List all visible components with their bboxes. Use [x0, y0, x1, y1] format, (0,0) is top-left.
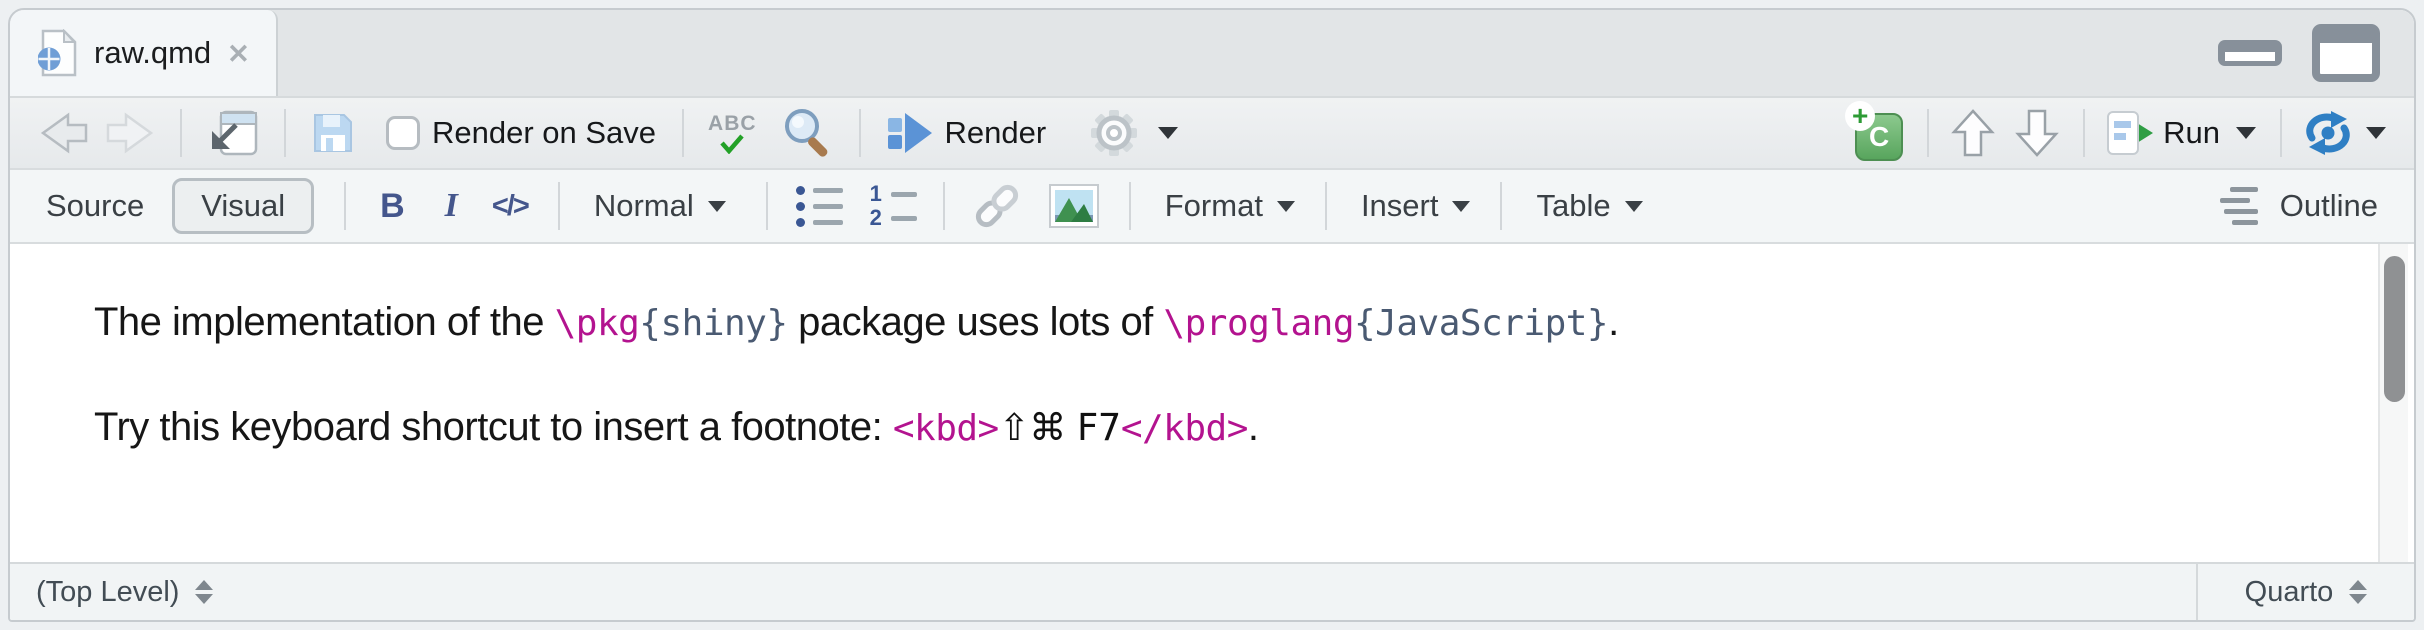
toolbar-separator	[2083, 109, 2085, 157]
editor-paragraph[interactable]: Try this keyboard shortcut to insert a f…	[94, 405, 2274, 450]
render-button[interactable]: Render	[945, 115, 1047, 151]
render-icon[interactable]	[887, 112, 933, 154]
text-segment-text: .	[1248, 405, 1259, 449]
forward-icon[interactable]	[104, 111, 156, 155]
tab-strip: raw.qmd ✕	[10, 10, 2414, 98]
outline-toggle[interactable]: Outline	[2280, 188, 2378, 224]
format-menu-dropdown-icon[interactable]	[1277, 201, 1295, 212]
scrollbar-thumb[interactable]	[2384, 256, 2405, 402]
toolbar-separator	[943, 182, 945, 230]
scope-selector[interactable]: (Top Level)	[10, 576, 213, 609]
run-dropdown-icon[interactable]	[2236, 127, 2256, 139]
back-icon[interactable]	[38, 111, 90, 155]
text-segment-kbd-tag: </kbd>	[1121, 408, 1248, 449]
text-segment-kbd-tag: <kbd>	[893, 408, 999, 449]
paragraph-style-dropdown[interactable]: Normal	[594, 188, 694, 224]
toolbar-separator	[682, 109, 684, 157]
text-segment-text: The implementation of the	[94, 300, 555, 344]
table-menu[interactable]: Table	[1536, 188, 1610, 224]
format-menu[interactable]: Format	[1165, 188, 1263, 224]
render-on-save-checkbox[interactable]	[386, 116, 420, 150]
visual-mode-button[interactable]: Visual	[172, 178, 314, 234]
rerun-icon[interactable]	[2304, 111, 2352, 155]
paragraph-style-dropdown-icon[interactable]	[708, 201, 726, 212]
window-controls	[2218, 10, 2414, 96]
toolbar-separator	[180, 109, 182, 157]
insert-chunk-button[interactable]: C +	[1847, 105, 1903, 161]
toolbar-separator	[766, 182, 768, 230]
text-segment-latex-cmd: \pkg	[555, 303, 640, 344]
maximize-pane-icon[interactable]	[2312, 24, 2380, 82]
toolbar-separator	[1500, 182, 1502, 230]
vertical-scrollbar[interactable]	[2378, 244, 2408, 562]
format-toolbar: Source Visual B I </> Normal 1 2	[10, 170, 2414, 244]
plus-badge-icon: +	[1845, 101, 1875, 131]
bold-button[interactable]: B	[380, 187, 405, 226]
format-selector[interactable]: Quarto	[2196, 564, 2414, 620]
rerun-dropdown-icon[interactable]	[2366, 127, 2386, 139]
toolbar-separator	[1325, 182, 1327, 230]
insert-menu[interactable]: Insert	[1361, 188, 1439, 224]
render-settings-dropdown-icon[interactable]	[1158, 127, 1178, 139]
source-editor-pane: raw.qmd ✕ Render on Save	[8, 8, 2416, 622]
editor-status-bar: (Top Level) Quarto	[10, 562, 2414, 620]
run-button[interactable]: Run	[2107, 111, 2256, 155]
editor-paragraph[interactable]: The implementation of the \pkg{shiny} pa…	[94, 300, 2274, 345]
toolbar-separator	[558, 182, 560, 230]
save-icon[interactable]	[310, 110, 356, 156]
tab-close-icon[interactable]: ✕	[227, 39, 250, 70]
insert-menu-dropdown-icon[interactable]	[1452, 201, 1470, 212]
text-segment-latex-cmd: \proglang	[1163, 303, 1354, 344]
text-segment-latex-arg: {JavaScript}	[1354, 303, 1608, 344]
toolbar-separator	[2280, 109, 2282, 157]
text-segment-kbd-keys: ⇧⌘ F7	[999, 406, 1121, 449]
run-icon	[2107, 111, 2139, 155]
go-to-next-chunk-icon[interactable]	[2015, 108, 2059, 158]
editor-content[interactable]: The implementation of the \pkg{shiny} pa…	[10, 244, 2414, 450]
image-icon[interactable]	[1049, 184, 1099, 228]
minimize-pane-icon[interactable]	[2218, 40, 2282, 66]
inline-code-button[interactable]: </>	[492, 190, 528, 223]
text-segment-text: .	[1608, 300, 1619, 344]
render-settings-gear-icon[interactable]	[1086, 107, 1142, 159]
open-in-window-icon[interactable]	[206, 107, 260, 159]
numbered-list-icon[interactable]: 1 2	[869, 184, 917, 228]
main-toolbar: Render on Save ABC Render	[10, 98, 2414, 170]
text-segment-latex-arg: {shiny}	[639, 303, 787, 344]
text-segment-text: Try this keyboard shortcut to insert a f…	[94, 405, 893, 449]
toolbar-separator	[1129, 182, 1131, 230]
toolbar-separator	[859, 109, 861, 157]
format-updown-icon	[2349, 580, 2367, 604]
spellcheck-icon[interactable]: ABC	[708, 113, 757, 154]
italic-button[interactable]: I	[445, 187, 458, 225]
scope-updown-icon	[195, 580, 213, 604]
go-to-previous-chunk-icon[interactable]	[1951, 108, 1995, 158]
render-on-save-label[interactable]: Render on Save	[432, 115, 656, 151]
visual-editor-surface[interactable]: The implementation of the \pkg{shiny} pa…	[10, 244, 2414, 562]
bulleted-list-icon[interactable]	[796, 186, 843, 227]
table-menu-dropdown-icon[interactable]	[1625, 201, 1643, 212]
find-replace-icon[interactable]	[779, 105, 835, 161]
tab-title: raw.qmd	[94, 35, 211, 71]
toolbar-separator	[1927, 109, 1929, 157]
source-mode-button[interactable]: Source	[46, 188, 144, 224]
tab-raw-qmd[interactable]: raw.qmd ✕	[10, 10, 278, 96]
outline-icon[interactable]	[2220, 187, 2266, 225]
text-segment-text: package uses lots of	[788, 300, 1164, 344]
quarto-file-icon	[38, 29, 78, 77]
link-icon[interactable]	[971, 182, 1023, 230]
toolbar-separator	[284, 109, 286, 157]
toolbar-separator	[344, 182, 346, 230]
